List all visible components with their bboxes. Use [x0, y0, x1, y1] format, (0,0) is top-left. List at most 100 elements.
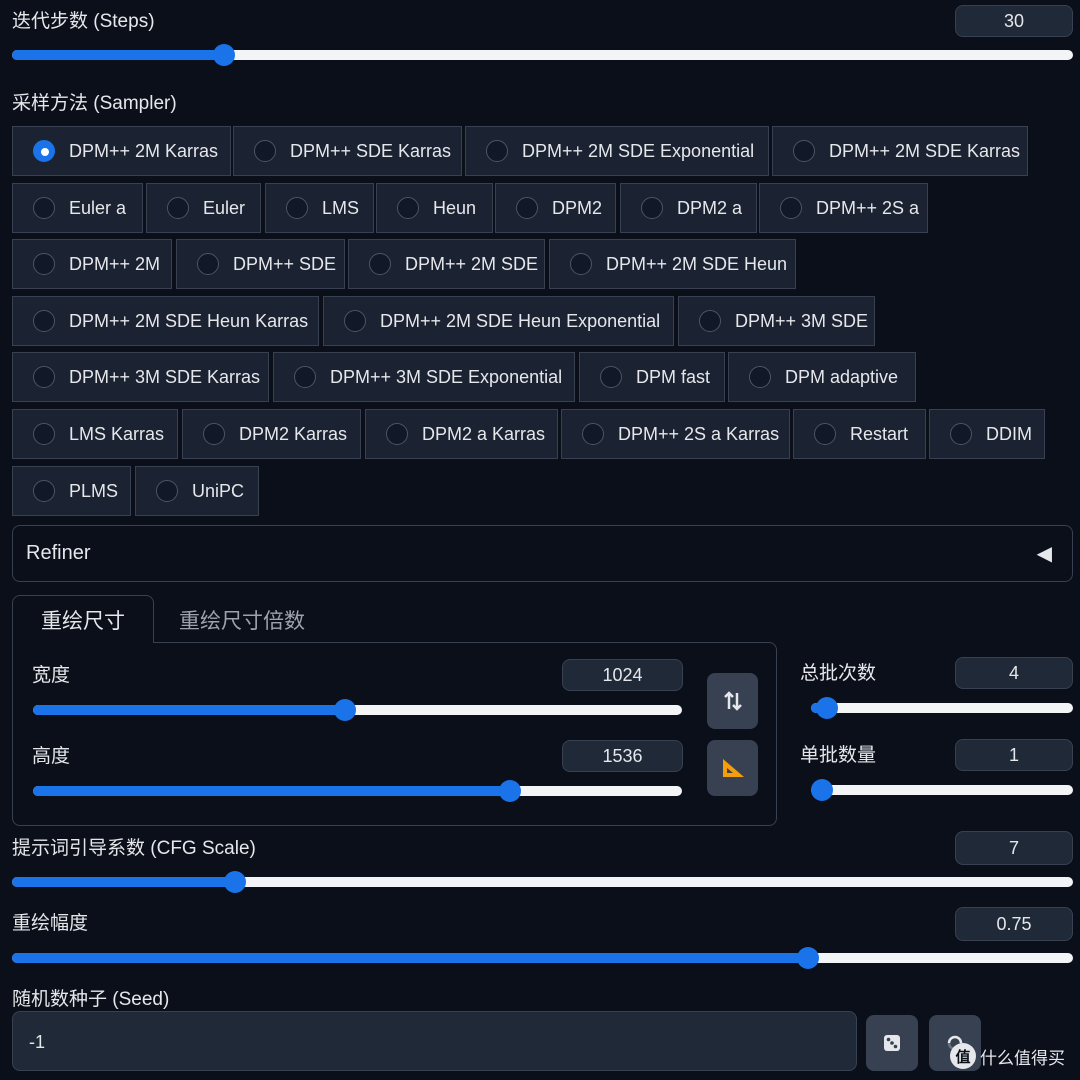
sampler-option[interactable]: DPM++ 2M SDE	[348, 239, 545, 289]
sampler-option[interactable]: DPM++ 3M SDE Exponential	[273, 352, 575, 402]
denoise-slider[interactable]	[12, 947, 1073, 969]
steps-slider[interactable]	[12, 44, 1073, 66]
sampler-option-label: DPM2 a	[677, 197, 743, 218]
radio-circle-icon[interactable]	[699, 310, 721, 332]
height-slider-fill	[33, 786, 510, 796]
width-slider-thumb[interactable]	[333, 699, 356, 721]
sampler-option[interactable]: DPM++ SDE Karras	[233, 126, 462, 176]
sampler-option[interactable]: DPM++ SDE	[176, 239, 345, 289]
sampler-option[interactable]: DPM++ 2S a	[759, 183, 928, 233]
tab-resize[interactable]: 重绘尺寸	[12, 595, 154, 643]
height-slider[interactable]	[33, 780, 682, 802]
random-seed-button[interactable]	[866, 1015, 918, 1071]
sampler-option-label: LMS	[322, 197, 360, 218]
refiner-accordion[interactable]: Refiner ◀	[12, 525, 1073, 582]
swap-dimensions-button[interactable]	[707, 673, 758, 729]
dice-icon	[884, 1035, 900, 1051]
cfg-slider[interactable]	[12, 871, 1073, 893]
radio-circle-icon[interactable]	[33, 253, 55, 275]
cfg-slider-thumb[interactable]	[223, 871, 246, 893]
cfg-label: 提示词引导系数 (CFG Scale)	[12, 838, 256, 859]
radio-circle-icon[interactable]	[33, 310, 55, 332]
radio-circle-icon[interactable]	[254, 140, 276, 162]
radio-circle-icon[interactable]	[197, 253, 219, 275]
radio-circle-icon[interactable]	[33, 366, 55, 388]
height-slider-thumb[interactable]	[499, 780, 521, 802]
sampler-option[interactable]: DPM++ 3M SDE Karras	[12, 352, 269, 402]
radio-circle-icon[interactable]	[641, 197, 663, 219]
denoise-slider-thumb[interactable]	[796, 947, 819, 969]
sampler-option[interactable]: DPM2 a	[620, 183, 757, 233]
sampler-option[interactable]: DPM2 a Karras	[365, 409, 558, 459]
batch-count-slider[interactable]	[811, 697, 1073, 719]
radio-circle-icon[interactable]	[749, 366, 771, 388]
sampler-option[interactable]: Euler	[146, 183, 261, 233]
batch-size-slider-thumb[interactable]	[811, 779, 833, 801]
seed-input[interactable]: -1	[12, 1011, 857, 1071]
sampler-option-label: Heun	[433, 197, 477, 218]
radio-circle-icon[interactable]	[294, 366, 316, 388]
radio-circle-icon[interactable]	[780, 197, 802, 219]
sampler-option[interactable]: Euler a	[12, 183, 143, 233]
radio-circle-icon[interactable]	[33, 423, 55, 445]
sampler-option[interactable]: UniPC	[135, 466, 259, 516]
radio-circle-icon[interactable]	[33, 197, 55, 219]
radio-circle-icon[interactable]	[950, 423, 972, 445]
batch-size-label: 单批数量	[800, 745, 877, 766]
sampler-option[interactable]: DPM++ 2M	[12, 239, 172, 289]
batch-count-slider-thumb[interactable]	[815, 697, 838, 719]
sampler-option[interactable]: DPM2 Karras	[182, 409, 361, 459]
sampler-option-label: PLMS	[69, 480, 119, 501]
sampler-option[interactable]: LMS	[265, 183, 374, 233]
radio-circle-icon[interactable]	[814, 423, 836, 445]
radio-circle-icon[interactable]	[386, 423, 408, 445]
sampler-option[interactable]: Heun	[376, 183, 493, 233]
radio-circle-icon[interactable]	[203, 423, 225, 445]
sampler-option-label: DPM++ 3M SDE Karras	[69, 366, 261, 387]
width-slider[interactable]	[33, 699, 682, 721]
sampler-option[interactable]: LMS Karras	[12, 409, 178, 459]
sampler-option[interactable]: DPM fast	[579, 352, 725, 402]
steps-value-input[interactable]: 30	[955, 5, 1073, 37]
sampler-option[interactable]: DPM++ 2M SDE Heun	[549, 239, 796, 289]
sampler-option[interactable]: Restart	[793, 409, 926, 459]
aspect-ratio-button[interactable]	[707, 740, 758, 796]
radio-circle-icon[interactable]	[570, 253, 592, 275]
sampler-option[interactable]: DPM++ 3M SDE	[678, 296, 875, 346]
height-value-input[interactable]: 1536	[562, 740, 683, 772]
cfg-value-input[interactable]: 7	[955, 831, 1073, 865]
sampler-option-label: DPM++ 2S a	[816, 197, 920, 218]
radio-circle-icon[interactable]	[33, 140, 55, 162]
width-value-input[interactable]: 1024	[562, 659, 683, 691]
sampler-option[interactable]: DPM++ 2M SDE Karras	[772, 126, 1028, 176]
sampler-option[interactable]: DPM++ 2M SDE Heun Karras	[12, 296, 319, 346]
sampler-option[interactable]: PLMS	[12, 466, 131, 516]
batch-size-input[interactable]: 1	[955, 739, 1073, 771]
radio-circle-icon[interactable]	[33, 480, 55, 502]
radio-circle-icon[interactable]	[369, 253, 391, 275]
sampler-option[interactable]: DPM++ 2M SDE Exponential	[465, 126, 769, 176]
sampler-option[interactable]: DPM++ 2S a Karras	[561, 409, 790, 459]
sampler-option[interactable]: DPM2	[495, 183, 616, 233]
sampler-option[interactable]: DPM++ 2M Karras	[12, 126, 231, 176]
steps-slider-thumb[interactable]	[213, 44, 236, 66]
sampler-option[interactable]: DPM adaptive	[728, 352, 916, 402]
radio-circle-icon[interactable]	[286, 197, 308, 219]
radio-circle-icon[interactable]	[516, 197, 538, 219]
sampler-option[interactable]: DPM++ 2M SDE Heun Exponential	[323, 296, 674, 346]
radio-circle-icon[interactable]	[486, 140, 508, 162]
collapse-arrow-icon[interactable]: ◀	[1037, 541, 1052, 566]
radio-circle-icon[interactable]	[793, 140, 815, 162]
batch-count-input[interactable]: 4	[955, 657, 1073, 689]
watermark-text: 什么值得买	[980, 1049, 1065, 1068]
radio-circle-icon[interactable]	[600, 366, 622, 388]
tab-resize-scale[interactable]: 重绘尺寸倍数	[179, 605, 305, 635]
batch-size-slider[interactable]	[811, 779, 1073, 801]
radio-circle-icon[interactable]	[582, 423, 604, 445]
radio-circle-icon[interactable]	[167, 197, 189, 219]
radio-circle-icon[interactable]	[156, 480, 178, 502]
denoise-value-input[interactable]: 0.75	[955, 907, 1073, 941]
sampler-option[interactable]: DDIM	[929, 409, 1045, 459]
radio-circle-icon[interactable]	[344, 310, 366, 332]
radio-circle-icon[interactable]	[397, 197, 419, 219]
